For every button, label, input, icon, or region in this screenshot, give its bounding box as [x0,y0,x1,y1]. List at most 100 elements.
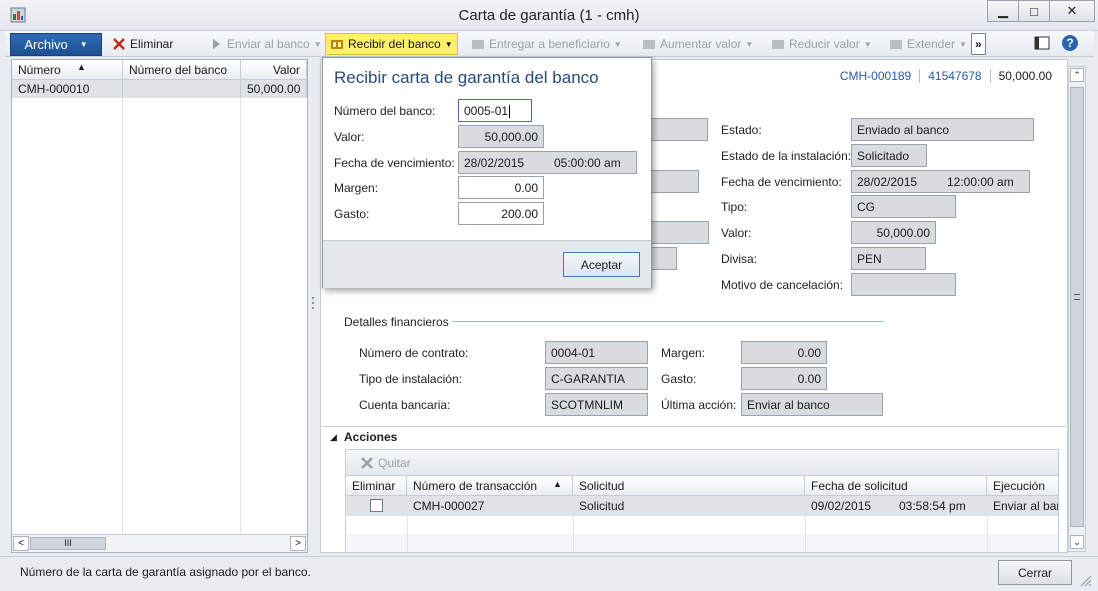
scroll-thumb[interactable]: III [30,537,106,550]
help-icon[interactable]: ? [1061,34,1079,52]
vertical-scrollbar[interactable]: ⌃ ⌄ [1068,66,1086,552]
dialog-fecha-field[interactable]: 28/02/2015 05:00:00 am [458,151,637,174]
layout-icon[interactable] [1034,36,1050,50]
sort-up-icon: ▲ [553,479,562,489]
ultima-accion-field[interactable]: Enviar al banco [741,393,883,416]
scroll-thumb[interactable] [1070,87,1084,527]
column-divider [987,516,988,552]
tipo-label: Tipo: [721,200,748,214]
dialog-numero-banco-label: Número del banco: [334,104,436,118]
row-ejecucion-cell[interactable]: Enviar al ban [987,496,1058,516]
hidden-field[interactable] [648,118,708,141]
dialog-gasto-input[interactable]: 200.00 [458,202,544,225]
hidden-field[interactable] [648,170,699,193]
dialog-margen-input[interactable]: 0.00 [458,176,544,199]
quitar-button[interactable]: Quitar [356,452,415,474]
reduce-icon [772,40,784,49]
minimize-button[interactable]: ▁ [987,0,1019,22]
hidden-field[interactable] [648,221,709,244]
window-title: Carta de garantía (1 - cmh) [458,7,640,24]
contrato-field[interactable]: 0004-01 [545,341,648,364]
collapse-triangle-icon[interactable]: ◢ [330,432,337,443]
dialog-gasto-label: Gasto: [334,207,370,221]
header-carta-id[interactable]: CMH-000189 [832,69,919,83]
close-window-button[interactable]: ✕ [1049,0,1095,22]
motivo-cancelacion-field[interactable] [851,273,956,296]
margen-field[interactable]: 0.00 [741,341,827,364]
list-cell-numero[interactable]: CMH-000010 [12,80,123,98]
column-header-solicitud[interactable]: Solicitud [573,476,805,496]
aceptar-button[interactable]: Aceptar [563,252,640,277]
column-header-eliminar[interactable]: Eliminar [346,476,407,496]
row-solicitud-cell[interactable]: Solicitud [573,496,805,516]
row-fecha-date: 09/02/2015 [811,499,872,513]
aumentar-valor-button[interactable]: Aumentar valor ▼ [638,33,757,55]
cerrar-button[interactable]: Cerrar [998,560,1072,585]
resize-grip-icon[interactable] [1078,573,1092,587]
scroll-down-icon[interactable]: ⌄ [1070,535,1084,549]
recibir-banco-button[interactable]: Recibir del banco ▼ [325,33,458,55]
dialog-numero-banco-input[interactable]: 0005-01 [458,99,532,122]
extend-icon [890,40,902,49]
section-divider [322,426,1066,427]
acciones-grid: Eliminar Número de transacción ▲ Solicit… [345,476,1059,552]
estado-field[interactable]: Enviado al banco [851,118,1034,141]
scroll-right-icon[interactable]: > [290,536,306,551]
dialog-margen-label: Margen: [334,181,379,195]
header-ids: CMH-000189 41547678 50,000.00 [832,69,1060,83]
increase-icon [643,40,655,49]
entregar-beneficiario-button[interactable]: Entregar a beneficiario ▼ [467,33,626,55]
status-text: Número de la carta de garantía asignado … [20,565,311,579]
panel-splitter[interactable] [310,59,320,553]
column-header-numero-banco[interactable]: Número del banco [123,60,241,80]
divisa-label: Divisa: [721,252,758,266]
tipo-field[interactable]: CG [851,195,956,218]
scroll-up-icon[interactable]: ⌃ [1070,68,1084,82]
section-financieros-title: Detalles financieros [344,315,449,329]
horizontal-scrollbar[interactable]: < III > [12,534,307,552]
dialog-footer: Aceptar [323,240,651,288]
estado-instalacion-field[interactable]: Solicitado [851,144,927,167]
contrato-label: Número de contrato: [359,346,469,360]
eliminar-button[interactable]: Eliminar [108,33,177,55]
dialog-valor-field[interactable]: 50,000.00 [458,125,544,148]
column-header-label: Número de transacción [413,479,538,493]
eliminar-checkbox[interactable] [370,499,383,512]
enviar-banco-button[interactable]: Enviar al banco ▼ [205,33,326,55]
list-cell-valor[interactable]: 50,000.00 [241,80,307,98]
hidden-field[interactable] [648,247,677,270]
divisa-field[interactable]: PEN [851,247,926,270]
cuenta-bancaria-label: Cuenta bancaria: [359,398,451,412]
column-header-numero-transaccion[interactable]: Número de transacción ▲ [407,476,573,496]
column-header-ejecucion[interactable]: Ejecución [987,476,1058,496]
reducir-valor-button[interactable]: Reducir valor ▼ [767,33,876,55]
valor-field[interactable]: 50,000.00 [851,221,936,244]
dialog-fecha-date: 28/02/2015 [464,156,525,170]
overflow-button[interactable]: » [971,33,986,55]
gasto-field[interactable]: 0.00 [741,367,827,390]
recibir-banco-label: Recibir del banco [348,37,441,51]
header-numero[interactable]: 41547678 [919,69,989,83]
cuenta-bancaria-field[interactable]: SCOTMNLIM [545,393,648,416]
fecha-vencimiento-field[interactable]: 28/02/2015 12:00:00 am [851,170,1030,193]
extender-button[interactable]: Extender ▼ [885,33,971,55]
row-fecha-time: 03:58:54 pm [899,499,966,513]
extender-label: Extender [907,37,956,51]
chevron-down-icon: ▼ [313,39,322,49]
column-header-valor[interactable]: Valor [241,60,307,80]
maximize-button[interactable]: □ [1018,0,1050,22]
tipo-instalacion-field[interactable]: C-GARANTIA [545,367,648,390]
ultima-accion-label: Última acción: [661,398,737,412]
column-header-numero[interactable]: Número ▲ [12,60,123,80]
row-numero-cell[interactable]: CMH-000027 [407,496,573,516]
quitar-label: Quitar [378,456,411,470]
row-fecha-cell[interactable]: 09/02/2015 03:58:54 pm [805,496,987,516]
column-header-fecha-solicitud[interactable]: Fecha de solicitud [805,476,987,496]
archivo-button[interactable]: Archivo ▼ [10,33,102,56]
column-divider [240,98,241,534]
scroll-left-icon[interactable]: < [13,536,29,551]
list-cell-numero-banco[interactable] [123,80,241,98]
list-panel: Número ▲ Número del banco Valor CMH-0000… [11,59,308,553]
section-acciones-title[interactable]: Acciones [344,430,397,444]
column-divider [407,516,408,552]
